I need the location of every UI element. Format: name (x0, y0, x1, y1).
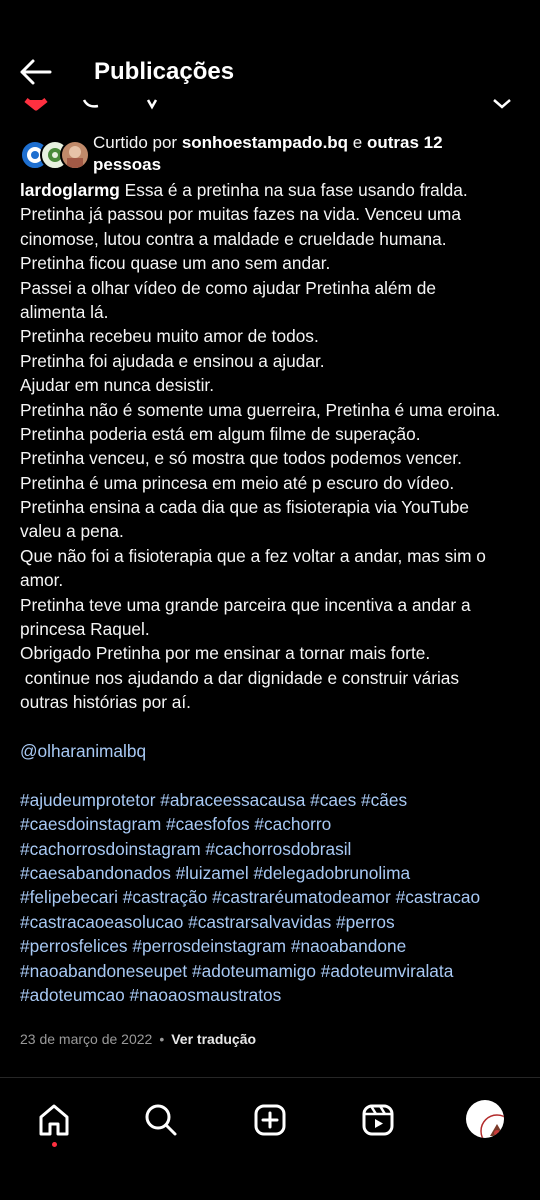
separator-dot: • (159, 1031, 165, 1047)
hashtag-line[interactable]: #perrosfelices #perrosdeinstagram #naoab… (20, 934, 525, 958)
nav-reels[interactable] (348, 1090, 408, 1150)
caption-line: Pretinha é uma princesa em meio até p es… (20, 472, 455, 493)
post-date: 23 de março de 2022 (20, 1031, 153, 1047)
liker-username[interactable]: sonhoestampado.bq (182, 133, 348, 152)
arrow-left-icon (20, 59, 52, 85)
caption-line: Pretinha recebeu muito amor de todos. (20, 326, 319, 347)
nav-profile[interactable] (456, 1090, 516, 1150)
avatar (60, 140, 90, 170)
search-icon (145, 1104, 177, 1136)
hashtag-line[interactable]: #felipebecari #castração #castraréumatod… (20, 885, 525, 909)
post-caption: lardoglarmg Essa é a pretinha na sua fas… (20, 178, 525, 1007)
caption-line: princesa Raquel. (20, 619, 150, 640)
nav-create[interactable] (240, 1090, 300, 1150)
other-likers-line2[interactable]: pessoas (93, 155, 161, 174)
post-meta: 23 de março de 2022 • Ver tradução (20, 1028, 256, 1050)
post-action-row (0, 96, 540, 112)
hashtag-line[interactable]: #caesdoinstagram #caesfofos #cachorro (20, 812, 525, 836)
hashtag-line[interactable]: #adoteumcao #naoaosmaustratos (20, 983, 525, 1007)
translate-link[interactable]: Ver tradução (171, 1031, 256, 1047)
hashtag-line[interactable]: #caesabandonados #luizamel #delegadobrun… (20, 861, 525, 885)
profile-avatar (466, 1100, 504, 1138)
caption-username[interactable]: lardoglarmg (20, 180, 120, 200)
hashtag-line[interactable]: #naoabandoneseupet #adoteumamigo #adoteu… (20, 959, 525, 983)
top-bar: Publicações (0, 0, 540, 100)
other-likers[interactable]: outras 12 (367, 133, 443, 152)
caption-line: Pretinha ficou quase um ano sem andar. (20, 253, 331, 274)
save-icon[interactable] (493, 99, 511, 109)
share-icon[interactable] (146, 99, 158, 110)
caption-line: Passei a olhar vídeo de como ajudar Pret… (20, 277, 436, 298)
caption-line: Ajudar em nunca desistir. (20, 375, 215, 396)
create-post-icon (254, 1104, 286, 1136)
hashtag-line[interactable]: #ajudeumprotetor #abraceessacausa #caes … (20, 788, 525, 812)
comment-icon[interactable] (82, 99, 99, 108)
reels-icon (362, 1104, 394, 1136)
caption-line: Pretinha não é somente uma guerreira, Pr… (20, 399, 501, 420)
back-button[interactable] (18, 56, 54, 88)
home-icon (39, 1104, 69, 1136)
caption-line: Pretinha ensina a cada dia que as fisiot… (20, 497, 469, 518)
nav-search[interactable] (131, 1090, 191, 1150)
caption-line: valeu a pena. (20, 521, 124, 542)
caption-line: Pretinha teve uma grande parceira que in… (20, 594, 471, 615)
caption-line: alimenta lá. (20, 301, 109, 322)
caption-line: Pretinha foi ajudada e ensinou a ajudar. (20, 350, 325, 371)
caption-line: continue nos ajudando a dar dignidade e … (20, 667, 460, 688)
like-icon[interactable] (24, 98, 48, 111)
hashtag-line[interactable]: #castracaoeasolucao #castrarsalvavidas #… (20, 910, 525, 934)
caption-line: Pretinha poderia está em algum filme de … (20, 423, 421, 444)
liker-avatars (20, 140, 90, 170)
caption-line: cinomose, lutou contra a maldade e cruel… (20, 228, 447, 249)
notification-dot (52, 1142, 57, 1147)
caption-line: outras histórias por aí. (20, 692, 191, 713)
caption-line: amor. (20, 570, 64, 591)
caption-line: Obrigado Pretinha por me ensinar a torna… (20, 643, 431, 664)
nav-home[interactable] (24, 1090, 84, 1150)
caption-line: Pretinha venceu, e só mostra que todos p… (20, 448, 462, 469)
caption-line: Que não foi a fisioterapia que a fez vol… (20, 545, 486, 566)
bottom-navigation (0, 1078, 540, 1200)
liked-by-section[interactable]: Curtido por sonhoestampado.bq e outras 1… (20, 132, 520, 176)
mention-link[interactable]: @olharanimalbq (20, 739, 525, 763)
liked-by-text: Curtido por sonhoestampado.bq e outras 1… (93, 133, 443, 174)
hashtag-line[interactable]: #cachorrosdoinstagram #cachorrosdobrasil (20, 837, 525, 861)
caption-line: Pretinha já passou por muitas fazes na v… (20, 204, 461, 225)
page-title: Publicações (94, 58, 235, 85)
caption-text: Essa é a pretinha na sua fase usando fra… (119, 180, 468, 200)
